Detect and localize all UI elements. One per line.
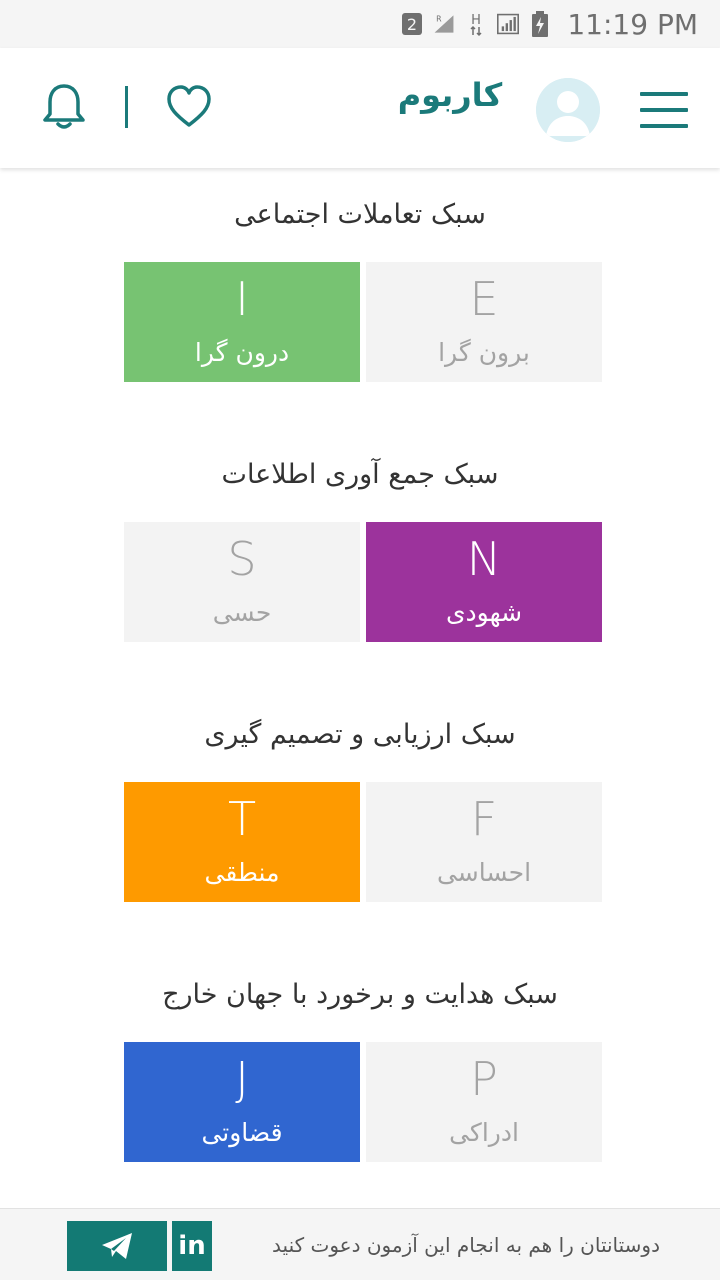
option-sensing[interactable]: S حسی xyxy=(124,522,360,642)
invite-friends-text: دوستانتان را هم به انجام این آزمون دعوت … xyxy=(272,1233,660,1257)
option-letter: J xyxy=(235,1052,249,1106)
sim-2-icon: 2 xyxy=(401,11,423,37)
hamburger-menu-icon[interactable] xyxy=(640,92,688,128)
linkedin-share-button[interactable]: in xyxy=(172,1221,212,1271)
share-bar: in دوستانتان را هم به انجام این آزمون دع… xyxy=(0,1208,720,1280)
battery-charging-icon xyxy=(529,11,551,37)
toolbar-divider xyxy=(125,86,128,128)
section-title: سبک تعاملات اجتماعی xyxy=(234,199,486,230)
section-title: سبک هدایت و برخورد با جهان خارج xyxy=(162,979,558,1010)
favorites-heart-icon[interactable] xyxy=(164,82,214,132)
svg-text:2: 2 xyxy=(407,15,417,34)
network-type-icon: H xyxy=(465,11,487,37)
app-logo[interactable]: کاربوم xyxy=(380,76,520,122)
option-label: منطقی xyxy=(204,858,280,887)
status-time: 11:19 PM xyxy=(567,7,698,41)
app-bar: کاربوم xyxy=(0,48,720,168)
option-perceiving[interactable]: P ادراکی xyxy=(366,1042,602,1162)
option-label: قضاوتی xyxy=(201,1118,283,1147)
svg-text:R: R xyxy=(437,15,443,24)
linkedin-icon: in xyxy=(178,1231,206,1261)
option-label: حسی xyxy=(212,598,272,627)
status-bar: 2 R H 11:19 PM xyxy=(0,0,720,48)
option-intuitive[interactable]: N شهودی xyxy=(366,522,602,642)
option-letter: P xyxy=(470,1052,498,1106)
section-title: سبک جمع آوری اطلاعات xyxy=(221,459,499,490)
user-avatar[interactable] xyxy=(536,78,600,142)
cell-signal-icon xyxy=(497,11,520,37)
personality-results: سبک تعاملات اجتماعی I درون گرا E برون گر… xyxy=(0,168,720,1208)
option-letter: T xyxy=(227,792,257,846)
option-judging[interactable]: J قضاوتی xyxy=(124,1042,360,1162)
svg-text:H: H xyxy=(471,13,481,28)
option-label: ادراکی xyxy=(449,1118,519,1147)
option-letter: E xyxy=(469,272,499,326)
option-label: احساسی xyxy=(436,858,532,887)
option-label: شهودی xyxy=(445,598,523,627)
telegram-share-button[interactable] xyxy=(67,1221,167,1271)
option-introvert[interactable]: I درون گرا xyxy=(124,262,360,382)
option-label: برون گرا xyxy=(438,338,530,367)
option-letter: I xyxy=(235,272,249,326)
roaming-signal-icon: R xyxy=(433,11,455,37)
option-extrovert[interactable]: E برون گرا xyxy=(366,262,602,382)
section-title: سبک ارزیابی و تصمیم گیری xyxy=(204,719,516,750)
notification-bell-icon[interactable] xyxy=(40,82,88,132)
option-letter: F xyxy=(470,792,498,846)
option-letter: S xyxy=(227,532,257,586)
option-letter: N xyxy=(466,532,502,586)
option-label: درون گرا xyxy=(194,338,290,367)
option-thinking[interactable]: T منطقی xyxy=(124,782,360,902)
option-feeling[interactable]: F احساسی xyxy=(366,782,602,902)
telegram-icon xyxy=(102,1233,132,1259)
